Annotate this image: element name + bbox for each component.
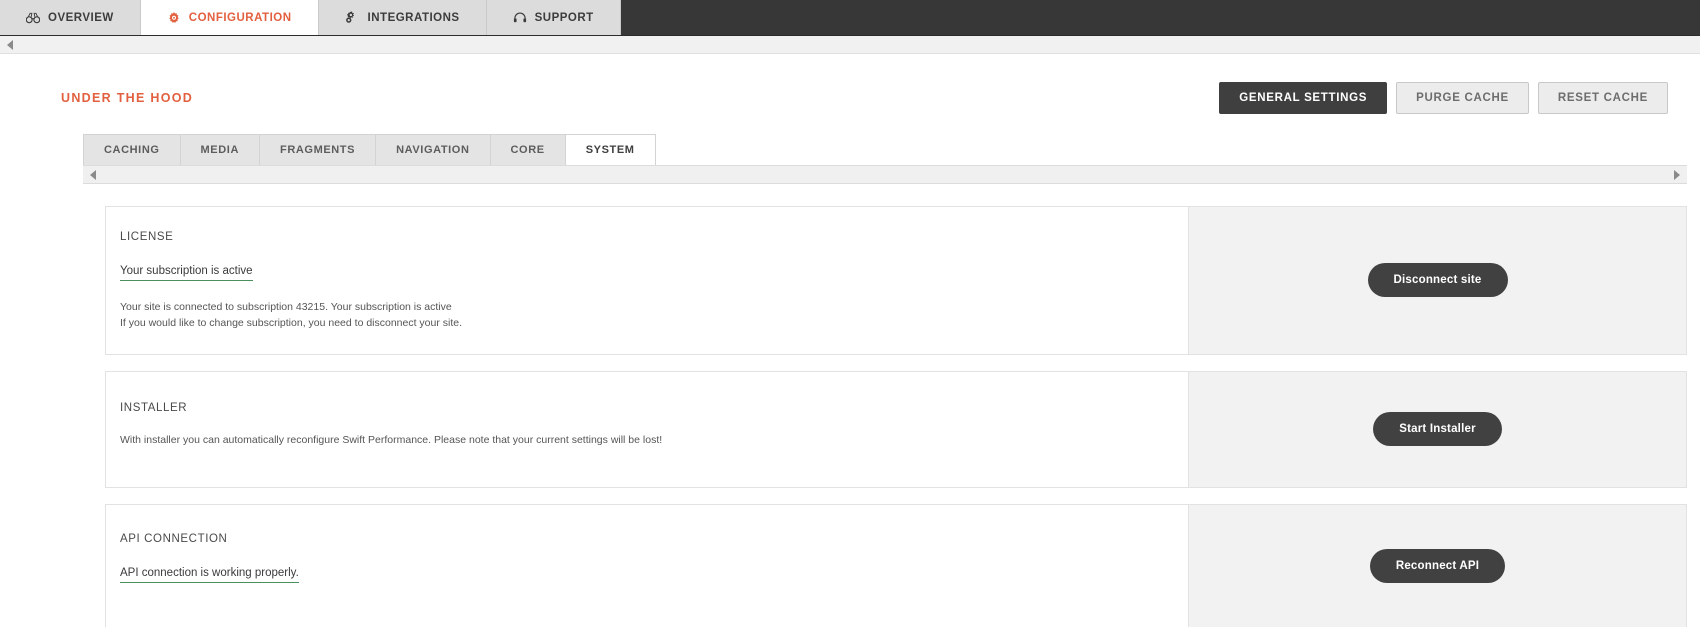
reconnect-api-button[interactable]: Reconnect API (1369, 549, 1506, 584)
disconnect-site-button[interactable]: Disconnect site (1367, 263, 1508, 298)
sub-tab-core[interactable]: CORE (490, 135, 566, 165)
purge-cache-button[interactable]: PURGE CACHE (1396, 82, 1529, 114)
license-description-line-1: Your site is connected to subscription 4… (120, 301, 452, 313)
nav-tab-integrations-label: INTEGRATIONS (367, 11, 460, 24)
sub-tab-system[interactable]: SYSTEM (565, 135, 655, 165)
api-connection-card-title: API CONNECTION (120, 532, 228, 545)
license-card: LICENSE Your subscription is active Your… (105, 206, 1687, 355)
arrow-right-icon[interactable] (1674, 169, 1680, 180)
primary-navigation: OVERVIEW CONFIGURATION INTEGRATIONS SUPP… (0, 0, 1700, 36)
header-actions: GENERAL SETTINGS PURGE CACHE RESET CACHE (1219, 82, 1668, 114)
sub-tab-caching[interactable]: CACHING (84, 135, 181, 165)
left-rail (1, 54, 23, 627)
api-connection-card: API CONNECTION API connection is working… (105, 503, 1687, 627)
arrow-left-icon[interactable] (7, 39, 13, 50)
license-description: Your site is connected to subscription 4… (120, 299, 1160, 332)
content-scroll-strip[interactable] (83, 165, 1687, 184)
sub-tabs: CACHING MEDIA FRAGMENTS NAVIGATION CORE … (83, 134, 656, 165)
nav-tab-configuration-label: CONFIGURATION (188, 11, 292, 24)
binoculars-icon (26, 12, 40, 24)
page-header: UNDER THE HOOD GENERAL SETTINGS PURGE CA… (23, 54, 1700, 114)
page-title: UNDER THE HOOD (61, 91, 194, 105)
sub-tab-fragments[interactable]: FRAGMENTS (260, 135, 377, 165)
installer-description: With installer you can automatically rec… (120, 433, 663, 446)
sub-tabs-container: CACHING MEDIA FRAGMENTS NAVIGATION CORE … (23, 114, 1700, 165)
sub-tab-media[interactable]: MEDIA (180, 135, 260, 165)
nav-tab-support[interactable]: SUPPORT (486, 0, 621, 35)
nav-tab-overview[interactable]: OVERVIEW (0, 0, 141, 35)
top-scroll-strip[interactable] (0, 36, 1700, 54)
nav-tab-configuration[interactable]: CONFIGURATION (140, 0, 319, 35)
nav-tab-integrations[interactable]: INTEGRATIONS (318, 0, 487, 35)
settings-cards: LICENSE Your subscription is active Your… (23, 184, 1700, 627)
api-connection-card-action: Reconnect API (1189, 504, 1686, 627)
subscription-status-link[interactable]: Your subscription is active (120, 265, 253, 281)
headset-icon (513, 11, 527, 24)
license-card-action: Disconnect site (1189, 207, 1686, 354)
api-status-link[interactable]: API connection is working properly. (120, 567, 299, 583)
installer-card-title: INSTALLER (120, 401, 188, 414)
license-card-content: LICENSE Your subscription is active Your… (106, 207, 1189, 354)
start-installer-button[interactable]: Start Installer (1373, 412, 1502, 447)
installer-card: INSTALLER With installer you can automat… (105, 370, 1687, 488)
api-connection-card-content: API CONNECTION API connection is working… (106, 504, 1189, 627)
installer-card-content: INSTALLER With installer you can automat… (106, 371, 1189, 487)
nav-tab-support-label: SUPPORT (534, 11, 594, 24)
double-gear-icon (345, 11, 360, 24)
nav-filler (620, 0, 1700, 35)
reset-cache-button[interactable]: RESET CACHE (1537, 82, 1668, 114)
general-settings-button[interactable]: GENERAL SETTINGS (1219, 82, 1388, 114)
license-description-line-2: If you would like to change subscription… (120, 317, 463, 330)
installer-card-action: Start Installer (1189, 371, 1686, 487)
arrow-left-icon[interactable] (90, 169, 96, 180)
gear-icon (167, 11, 181, 25)
sub-tab-navigation[interactable]: NAVIGATION (376, 135, 491, 165)
license-card-title: LICENSE (120, 231, 174, 243)
page-body: UNDER THE HOOD GENERAL SETTINGS PURGE CA… (1, 54, 1700, 627)
nav-tab-overview-label: OVERVIEW (48, 11, 114, 24)
